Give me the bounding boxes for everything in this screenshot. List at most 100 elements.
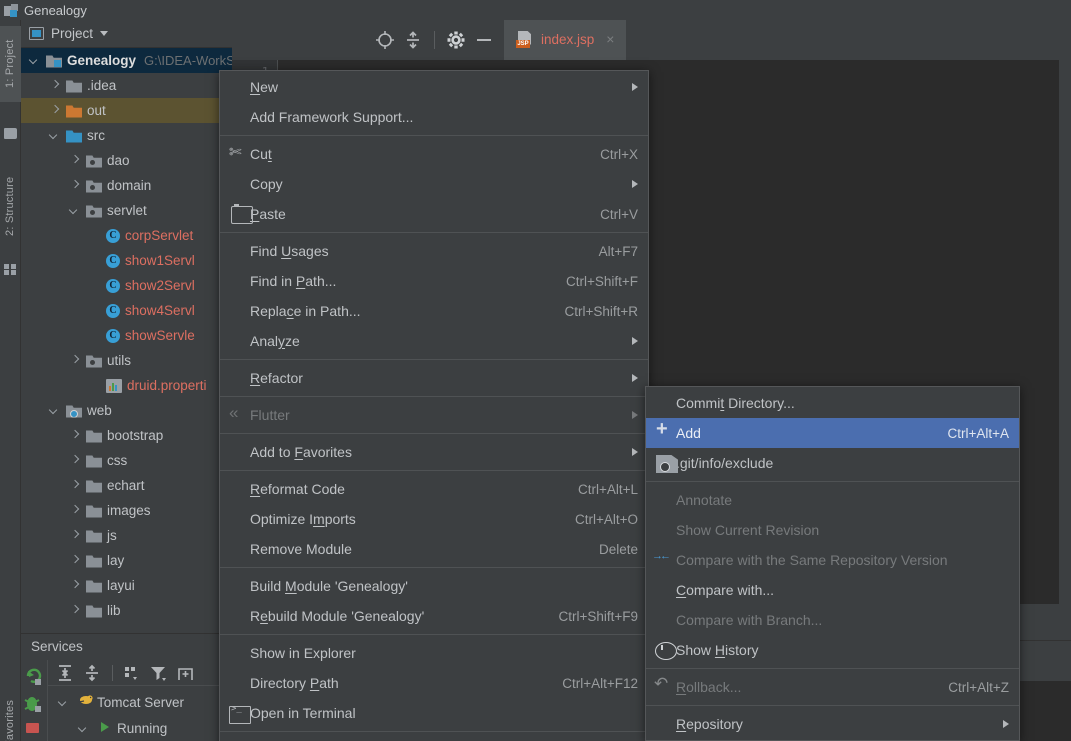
menu-item-compare-with[interactable]: Compare with... bbox=[646, 575, 1019, 605]
chevron-right-icon[interactable] bbox=[69, 605, 80, 616]
close-icon[interactable]: × bbox=[606, 31, 614, 47]
menu-item-rebuild-module-genealogy[interactable]: Rebuild Module 'Genealogy' Ctrl+Shift+F9 bbox=[220, 601, 648, 631]
stop-icon[interactable] bbox=[21, 718, 48, 741]
chevron-right-icon[interactable] bbox=[69, 480, 80, 491]
hide-icon[interactable] bbox=[471, 27, 497, 53]
menu-icon-slot bbox=[226, 577, 248, 595]
tool-tab-structure[interactable]: 2: Structure bbox=[0, 160, 21, 252]
collapse-all-icon[interactable] bbox=[400, 27, 426, 53]
menu-item-show-in-explorer[interactable]: Show in Explorer bbox=[220, 638, 648, 668]
services-row-running[interactable]: Running bbox=[48, 715, 232, 741]
settings-icon[interactable] bbox=[443, 27, 469, 53]
menu-item-repository[interactable]: Repository bbox=[646, 709, 1019, 739]
tree-node-lib[interactable]: lib bbox=[21, 598, 232, 623]
expand-all-icon[interactable] bbox=[54, 662, 78, 684]
menu-item-show-history[interactable]: Show History bbox=[646, 635, 1019, 665]
chevron-down-icon[interactable] bbox=[58, 697, 69, 708]
menu-item-replace-in-path[interactable]: Replace in Path... Ctrl+Shift+R bbox=[220, 296, 648, 326]
filter-icon[interactable] bbox=[147, 662, 171, 684]
add-tab-icon[interactable] bbox=[174, 662, 198, 684]
tree-node-css[interactable]: css bbox=[21, 448, 232, 473]
chevron-right-icon[interactable] bbox=[69, 180, 80, 191]
menu-item-build-module-genealogy[interactable]: Build Module 'Genealogy' bbox=[220, 571, 648, 601]
menu-item-open-in-terminal[interactable]: Open in Terminal bbox=[220, 698, 648, 728]
project-tree[interactable]: Genealogy G:\IDEA-WorkSpace\Genealogy .ide… bbox=[21, 48, 232, 633]
tree-node-label: src bbox=[87, 128, 105, 143]
menu-item-copy[interactable]: Copy bbox=[220, 169, 648, 199]
menu-item-cut[interactable]: Cut Ctrl+X bbox=[220, 139, 648, 169]
menu-item-paste[interactable]: Paste Ctrl+V bbox=[220, 199, 648, 229]
collapse-all-icon[interactable] bbox=[81, 662, 105, 684]
menu-item-analyze[interactable]: Analyze bbox=[220, 326, 648, 356]
menu-item-shortcut: Ctrl+Alt+O bbox=[574, 511, 638, 527]
project-panel-header[interactable]: Project bbox=[21, 20, 232, 48]
menu-item-label: Annotate bbox=[676, 492, 733, 508]
menu-item-directory-path[interactable]: Directory Path Ctrl+Alt+F12 bbox=[220, 668, 648, 698]
menu-item-commit-directory[interactable]: Commit Directory... bbox=[646, 388, 1019, 418]
locate-icon[interactable] bbox=[372, 27, 398, 53]
services-row-tomcat-server[interactable]: Tomcat Server bbox=[48, 689, 232, 715]
menu-item-new[interactable]: New bbox=[220, 72, 648, 102]
tree-node-domain[interactable]: domain bbox=[21, 173, 232, 198]
rerun-icon[interactable] bbox=[21, 664, 48, 691]
chevron-right-icon[interactable] bbox=[69, 530, 80, 541]
menu-item-add-to-favorites[interactable]: Add to Favorites bbox=[220, 437, 648, 467]
group-by-icon[interactable] bbox=[120, 662, 144, 684]
tree-node-dao[interactable]: dao bbox=[21, 148, 232, 173]
chevron-right-icon[interactable] bbox=[49, 80, 60, 91]
services-tree[interactable]: Tomcat Server Running bbox=[48, 686, 232, 741]
menu-item-add-framework-support[interactable]: Add Framework Support... bbox=[220, 102, 648, 132]
chevron-down-icon[interactable] bbox=[78, 723, 89, 734]
tree-node-genealogy[interactable]: Genealogy G:\IDEA-WorkSpace\Genealogy bbox=[21, 48, 232, 73]
menu-item-refactor[interactable]: Refactor bbox=[220, 363, 648, 393]
menu-item-find-usages[interactable]: Find Usages Alt+F7 bbox=[220, 236, 648, 266]
tree-node-lay[interactable]: lay bbox=[21, 548, 232, 573]
tree-node-servlet[interactable]: servlet bbox=[21, 198, 232, 223]
tool-tab-project[interactable]: 1: Project bbox=[0, 26, 21, 102]
tree-node-js[interactable]: js bbox=[21, 523, 232, 548]
tree-node-web[interactable]: web bbox=[21, 398, 232, 423]
tree-node-echart[interactable]: echart bbox=[21, 473, 232, 498]
tree-node-show4servl[interactable]: Cshow4Servl bbox=[21, 298, 232, 323]
chevron-right-icon[interactable] bbox=[69, 580, 80, 591]
chevron-right-icon[interactable] bbox=[69, 155, 80, 166]
menu-item-git-info-exclude[interactable]: .git/info/exclude bbox=[646, 448, 1019, 478]
chevron-right-icon[interactable] bbox=[69, 430, 80, 441]
menu-item-local-history[interactable]: Local History bbox=[220, 735, 648, 741]
tree-node-images[interactable]: images bbox=[21, 498, 232, 523]
tree-node-bootstrap[interactable]: bootstrap bbox=[21, 423, 232, 448]
menu-item-add[interactable]: Add Ctrl+Alt+A bbox=[646, 418, 1019, 448]
folder-icon bbox=[86, 605, 102, 618]
editor-tab-index-jsp[interactable]: JSP index.jsp × bbox=[504, 20, 627, 60]
debug-icon[interactable] bbox=[21, 691, 48, 718]
menu-item-reformat-code[interactable]: Reformat Code Ctrl+Alt+L bbox=[220, 474, 648, 504]
chevron-right-icon[interactable] bbox=[69, 455, 80, 466]
tree-node-label: druid.properti bbox=[127, 378, 207, 393]
tree-node-show2servl[interactable]: Cshow2Servl bbox=[21, 273, 232, 298]
tree-node-show1servl[interactable]: Cshow1Servl bbox=[21, 248, 232, 273]
tree-node-corpservlet[interactable]: CcorpServlet bbox=[21, 223, 232, 248]
menu-item-remove-module[interactable]: Remove Module Delete bbox=[220, 534, 648, 564]
tree-node-src[interactable]: src bbox=[21, 123, 232, 148]
chevron-right-icon[interactable] bbox=[69, 505, 80, 516]
git-submenu[interactable]: Commit Directory... Add Ctrl+Alt+A .git/inf… bbox=[645, 386, 1020, 741]
tree-node-out[interactable]: out bbox=[21, 98, 232, 123]
tree-node-druid-properti[interactable]: druid.properti bbox=[21, 373, 232, 398]
chevron-right-icon[interactable] bbox=[69, 355, 80, 366]
chevron-right-icon[interactable] bbox=[69, 555, 80, 566]
clipboard-icon bbox=[231, 204, 253, 224]
project-context-menu[interactable]: New Add Framework Support... Cut Ctrl+X Copy… bbox=[219, 70, 649, 741]
chevron-right-icon[interactable] bbox=[49, 105, 60, 116]
tree-node-layui[interactable]: layui bbox=[21, 573, 232, 598]
menu-item-optimize-imports[interactable]: Optimize Imports Ctrl+Alt+O bbox=[220, 504, 648, 534]
tree-node-showservle[interactable]: CshowServle bbox=[21, 323, 232, 348]
menu-item-find-in-path[interactable]: Find in Path... Ctrl+Shift+F bbox=[220, 266, 648, 296]
tree-node-utils[interactable]: utils bbox=[21, 348, 232, 373]
tree-node--idea[interactable]: .idea bbox=[21, 73, 232, 98]
chevron-down-icon[interactable] bbox=[100, 31, 109, 36]
chevron-down-icon[interactable] bbox=[49, 130, 60, 141]
tool-tab-favorites[interactable]: Favorites bbox=[0, 688, 21, 741]
chevron-down-icon[interactable] bbox=[69, 205, 80, 216]
chevron-down-icon[interactable] bbox=[29, 55, 40, 66]
chevron-down-icon[interactable] bbox=[49, 405, 60, 416]
